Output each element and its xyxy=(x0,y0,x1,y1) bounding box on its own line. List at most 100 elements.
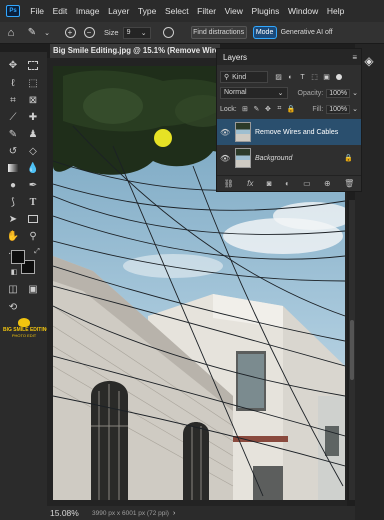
lock-artboard-icon[interactable]: ⌗ xyxy=(275,105,283,114)
add-to-mask-icon[interactable]: + xyxy=(60,27,80,38)
document-dimensions[interactable]: 3990 px x 6001 px (72 ppi) xyxy=(92,510,169,517)
new-layer-icon[interactable]: ⊕ xyxy=(324,179,331,188)
lock-icon: 🔒 xyxy=(344,155,353,162)
lock-all-icon[interactable]: 🔒 xyxy=(287,105,296,114)
layers-panel-title[interactable]: Layers xyxy=(223,53,247,62)
filter-pixel-icon[interactable]: ▨ xyxy=(274,73,283,82)
adjustment-layer-icon[interactable]: ◐ xyxy=(285,179,290,188)
menu-layer[interactable]: Layer xyxy=(104,6,134,16)
brand-emblem-icon xyxy=(18,318,30,327)
link-layers-icon[interactable]: ⛓ xyxy=(224,179,234,188)
lock-label: Lock: xyxy=(220,105,237,113)
scrollbar-thumb[interactable] xyxy=(350,320,354,380)
quick-mask-icon[interactable]: ◫ xyxy=(6,282,20,296)
size-field[interactable]: 9 ⌄ xyxy=(122,26,151,39)
chevron-down-icon[interactable]: ⌄ xyxy=(352,105,358,113)
pen-tool-icon[interactable]: ✒ xyxy=(26,178,40,192)
hand-tool-icon[interactable]: ✋ xyxy=(6,229,20,243)
opacity-field[interactable]: 100% xyxy=(326,88,351,98)
layer-thumbnail xyxy=(235,122,251,142)
chevron-down-icon: ⌄ xyxy=(277,90,284,97)
layers-panel-footer: ⛓ fx ◙ ◐ ▭ ⊕ 🗑 xyxy=(217,175,361,191)
delete-layer-icon[interactable]: 🗑 xyxy=(344,179,354,188)
tools-panel: ✥ ℓ ⬚ ⌗ ⊠ ⟋ ✚ ✎ ♟ ↺ ◇ 💧 ● ✒ ⟆ T ➤ ✋ ⚲ ··… xyxy=(0,52,50,520)
visibility-eye-icon[interactable]: 👁 xyxy=(220,128,230,137)
default-colors-icon[interactable]: ◧ xyxy=(7,265,21,279)
stamp-tool-icon[interactable]: ♟ xyxy=(26,127,40,141)
add-mask-icon[interactable]: ◙ xyxy=(267,179,272,188)
pen-path-icon[interactable]: ⟆ xyxy=(6,195,20,209)
crop-tool-icon[interactable]: ⌗ xyxy=(6,93,20,107)
marquee-tool-icon[interactable] xyxy=(26,58,40,72)
rectangle-tool-icon[interactable] xyxy=(26,212,40,226)
filter-toggle[interactable] xyxy=(336,74,342,80)
visibility-eye-icon[interactable]: 👁 xyxy=(220,154,230,163)
lock-row: Lock: ⊞ ✎ ✥ ⌗ 🔒 Fill: 100% ⌄ xyxy=(217,101,361,117)
chevron-down-icon[interactable]: ⌄ xyxy=(352,89,358,97)
share-icon[interactable]: ⟲ xyxy=(6,300,20,314)
subtract-from-mask-icon[interactable]: − xyxy=(80,27,98,38)
blend-mode-value: Normal xyxy=(224,89,247,96)
menu-file[interactable]: File xyxy=(26,6,48,16)
menu-view[interactable]: View xyxy=(220,6,247,16)
search-icon: ⚲ xyxy=(224,74,230,81)
spot-heal-tool-icon[interactable]: ✚ xyxy=(26,110,40,124)
swap-colors-icon[interactable]: ⤢ xyxy=(30,245,44,259)
lasso-tool-icon[interactable]: ℓ xyxy=(6,76,20,90)
lock-image-icon[interactable]: ✎ xyxy=(252,105,260,114)
brand-logo: BIG SMILE EDITING PHOTO EDIT xyxy=(3,318,50,344)
brush-tool-icon[interactable]: ✎ xyxy=(6,127,20,141)
filter-adjustment-icon[interactable]: ◐ xyxy=(286,73,295,82)
lock-position-icon[interactable]: ✥ xyxy=(264,105,272,114)
brush-tool-icon[interactable]: ✎ xyxy=(22,27,42,38)
menu-type[interactable]: Type xyxy=(134,6,161,16)
layer-name[interactable]: Background xyxy=(255,155,344,162)
photoshop-logo[interactable]: Ps xyxy=(6,5,20,17)
blur-tool-icon[interactable]: 💧 xyxy=(26,161,40,175)
layer-row-remove-wires[interactable]: 👁 Remove Wires and Cables xyxy=(217,119,361,145)
screen-mode-icon[interactable]: ▣ xyxy=(26,282,40,296)
filter-kind-select[interactable]: ⚲ Kind xyxy=(220,71,268,83)
gradient-tool-icon[interactable] xyxy=(6,161,20,175)
zoom-tool-icon[interactable]: ⚲ xyxy=(26,229,40,243)
filter-shape-icon[interactable]: ⬚ xyxy=(310,73,319,82)
move-tool-icon[interactable]: ✥ xyxy=(6,58,20,72)
layer-thumbnail xyxy=(235,148,251,168)
dodge-tool-icon[interactable]: ● xyxy=(6,178,20,192)
menu-image[interactable]: Image xyxy=(72,6,104,16)
layer-row-background[interactable]: 👁 Background 🔒 xyxy=(217,145,361,171)
generative-ai-status[interactable]: Generative AI off xyxy=(281,29,333,36)
blend-mode-select[interactable]: Normal ⌄ xyxy=(220,87,288,99)
find-distractions-button[interactable]: Find distractions xyxy=(190,26,247,39)
menu-select[interactable]: Select xyxy=(161,6,193,16)
lock-transparent-icon[interactable]: ⊞ xyxy=(241,105,249,114)
frame-tool-icon[interactable]: ⊠ xyxy=(26,93,40,107)
menu-edit[interactable]: Edit xyxy=(48,6,71,16)
menu-window[interactable]: Window xyxy=(284,6,323,16)
chevron-down-icon[interactable]: ⌄ xyxy=(42,29,52,37)
chevron-right-icon[interactable]: › xyxy=(173,510,175,517)
type-tool-icon[interactable]: T xyxy=(26,195,40,209)
layers-panel-icon[interactable]: ◈ xyxy=(362,54,376,68)
filter-type-icon[interactable]: T xyxy=(298,73,307,82)
sample-all-layers-icon[interactable] xyxy=(159,27,179,38)
document-tab[interactable]: Big Smile Editing.jpg @ 15.1% (Remove Wi… xyxy=(50,44,220,58)
new-group-icon[interactable]: ▭ xyxy=(303,179,311,188)
eraser-tool-icon[interactable]: ◇ xyxy=(26,144,40,158)
path-select-icon[interactable]: ➤ xyxy=(6,212,20,226)
filter-smart-object-icon[interactable]: ▣ xyxy=(322,73,331,82)
fill-field[interactable]: 100% xyxy=(326,104,351,114)
eyedropper-tool-icon[interactable]: ⟋ xyxy=(6,110,20,124)
home-icon[interactable]: ⌂ xyxy=(0,27,22,39)
history-brush-icon[interactable]: ↺ xyxy=(6,144,20,158)
panel-menu-icon[interactable]: ≡ xyxy=(352,53,357,62)
menu-help[interactable]: Help xyxy=(323,6,349,16)
menu-plugins[interactable]: Plugins xyxy=(247,6,283,16)
layer-name[interactable]: Remove Wires and Cables xyxy=(255,129,338,136)
mode-button[interactable]: Mode xyxy=(252,26,277,39)
object-select-icon[interactable]: ⬚ xyxy=(26,76,40,90)
foreground-color-swatch[interactable] xyxy=(11,250,25,264)
fx-icon[interactable]: fx xyxy=(247,179,253,188)
menu-filter[interactable]: Filter xyxy=(193,6,220,16)
zoom-level[interactable]: 15.08% xyxy=(50,508,92,518)
